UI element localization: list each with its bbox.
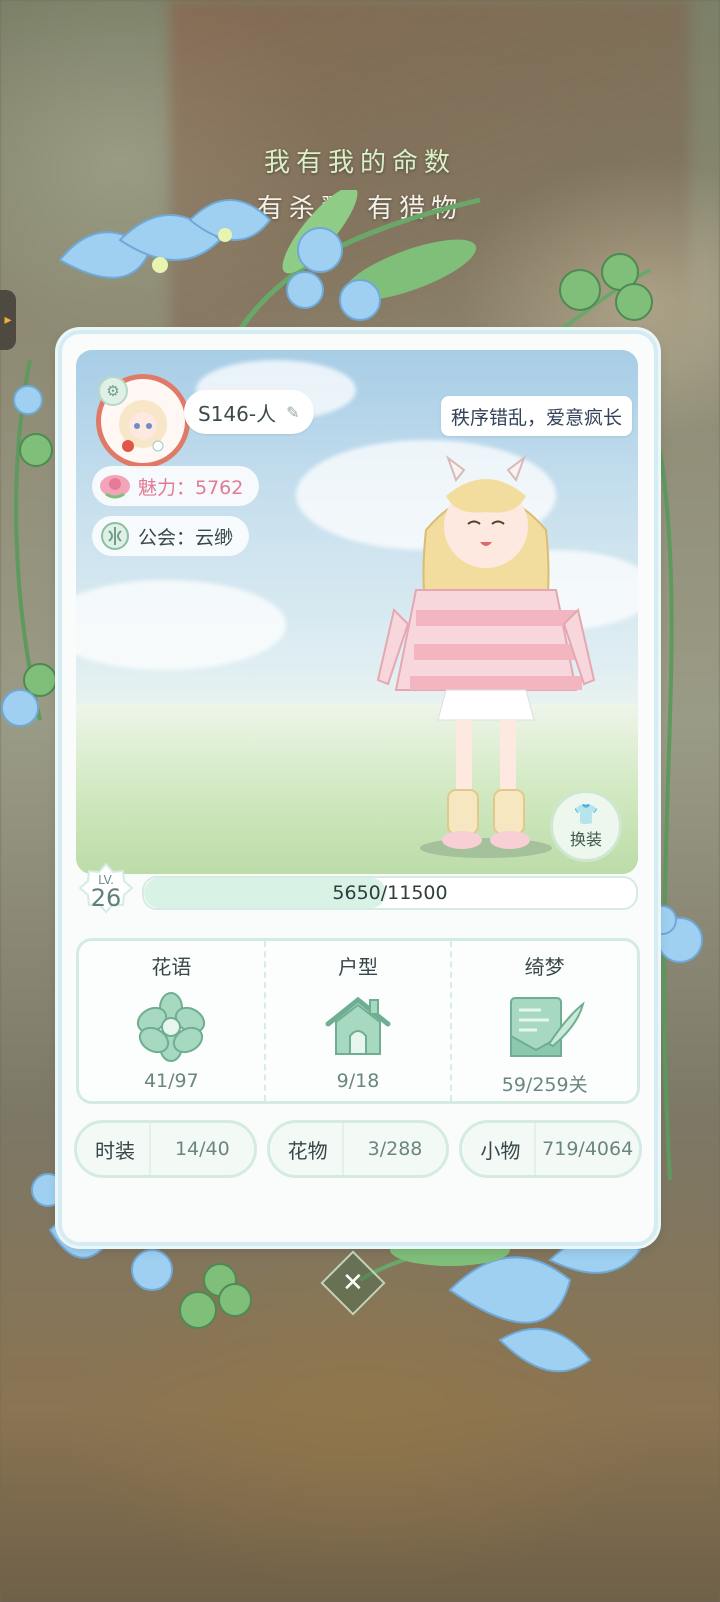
cloud-decoration <box>76 580 286 670</box>
collection-count: 59/259关 <box>501 1074 588 1096</box>
letter-icon <box>505 992 585 1062</box>
guild-stat[interactable]: 公会：云缈 <box>92 516 250 556</box>
item-stats-row: 时装 14/40 花物 3/288 小物 719/4064 <box>74 1120 643 1178</box>
stat-label: 时装 <box>77 1123 151 1175</box>
collection-count: 9/18 <box>336 1070 380 1092</box>
stat-value: 3/288 <box>367 1138 423 1160</box>
fashion-stat[interactable]: 时装 14/40 <box>74 1120 257 1178</box>
collection-house-type[interactable]: 户型 9/18 <box>263 941 451 1101</box>
collection-title: 绮梦 <box>524 955 565 979</box>
player-name: S146-人 <box>198 401 277 426</box>
house-icon <box>322 992 394 1062</box>
decorative-berries-top-right <box>558 253 653 332</box>
charm-value: 魅力：5762 <box>138 476 244 499</box>
avatar-settings-icon[interactable]: ⚙ <box>98 376 128 406</box>
charm-stat: 魅力：5762 <box>92 466 260 506</box>
decorative-vine-left <box>1 359 57 727</box>
collection-count: 41/97 <box>143 1070 199 1092</box>
level-value: 26 <box>90 884 122 912</box>
edit-icon[interactable]: ✎ <box>286 403 299 422</box>
character-scene: ⚙ S146-人 ✎ 魅力：5762 公会：云缈 秩序错乱，爱意疯长 👕 换装 <box>76 350 638 874</box>
poem-line-1: 我有我的命数 <box>263 148 456 178</box>
decorative-flowers-top-left <box>58 190 481 332</box>
change-outfit-label: 换装 <box>569 830 602 849</box>
level-badge: LV. 26 <box>78 862 134 918</box>
signature-speech-bubble[interactable]: 秩序错乱，爱意疯长 <box>440 396 632 436</box>
collection-title: 户型 <box>338 955 378 979</box>
stat-value: 719/4064 <box>542 1138 634 1160</box>
player-name-pill[interactable]: S146-人 ✎ <box>184 390 314 434</box>
stat-value: 14/40 <box>174 1138 230 1160</box>
collection-dream[interactable]: 绮梦 59/259关 <box>450 941 637 1101</box>
stat-label: 小物 <box>462 1123 537 1175</box>
shirt-icon: 👕 <box>573 802 599 826</box>
chevron-right-icon: ▸ <box>4 312 12 328</box>
experience-text: 5650/11500 <box>332 882 448 904</box>
guild-icon <box>98 521 132 551</box>
guild-value: 公会：云缈 <box>138 526 234 549</box>
stat-label: 花物 <box>270 1123 344 1175</box>
collection-title: 花语 <box>151 955 192 979</box>
close-icon: ✕ <box>342 1267 364 1298</box>
small-items-stat[interactable]: 小物 719/4064 <box>459 1120 643 1178</box>
profile-card: ⚙ S146-人 ✎ 魅力：5762 公会：云缈 秩序错乱，爱意疯长 👕 换装 … <box>58 330 658 1246</box>
collection-flower-language[interactable]: 花语 41/97 <box>79 941 264 1101</box>
collection-panel: 花语 41/97 户型 9/18 绮梦 59/259关 <box>76 938 640 1104</box>
change-outfit-button[interactable]: 👕 换装 <box>550 790 622 862</box>
experience-bar: 5650/11500 <box>142 876 638 910</box>
rose-icon <box>98 471 132 501</box>
flower-icon <box>136 992 206 1062</box>
flower-items-stat[interactable]: 花物 3/288 <box>266 1120 450 1178</box>
